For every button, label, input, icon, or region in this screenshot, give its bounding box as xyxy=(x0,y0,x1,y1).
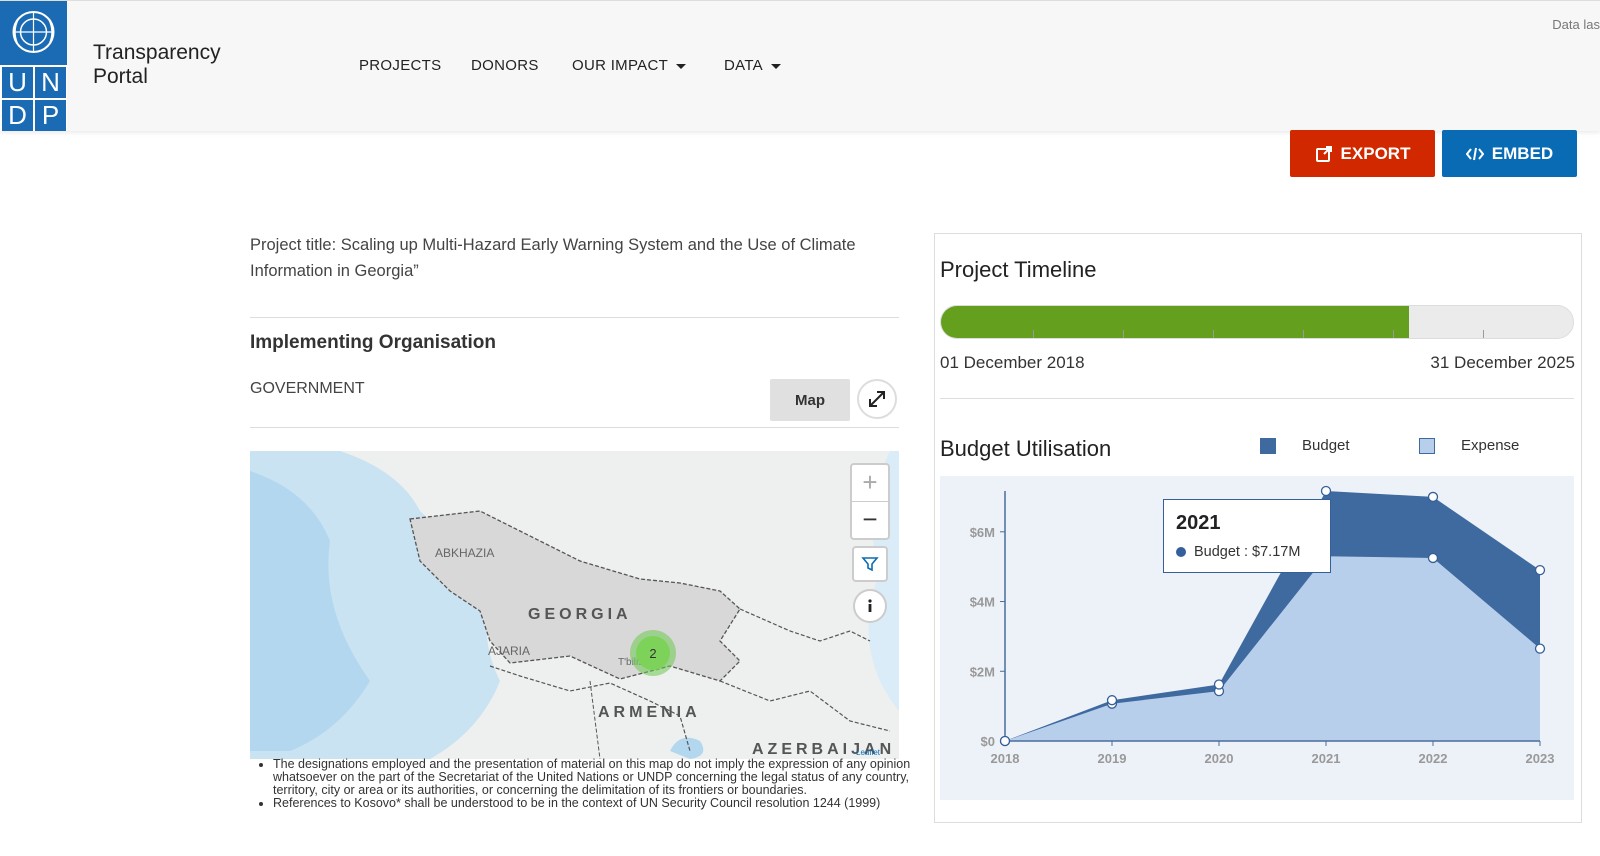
x-tick-label: 2022 xyxy=(1419,751,1448,766)
nav-projects-label: PROJECTS xyxy=(359,57,442,74)
implementing-org-value: GOVERNMENT xyxy=(250,380,365,397)
timeline-tick xyxy=(1483,330,1484,338)
timeline-progress-fill xyxy=(941,306,1409,338)
export-label: EXPORT xyxy=(1340,143,1411,163)
brand-line-1: Transparency xyxy=(93,41,221,64)
map-attribution[interactable]: Leaflet xyxy=(856,748,880,757)
info-button[interactable] xyxy=(853,589,887,623)
external-link-icon xyxy=(1315,145,1332,162)
x-tick-label: 2018 xyxy=(991,751,1020,766)
data-last-updated: Data las xyxy=(1552,17,1600,32)
legend-swatch-expense xyxy=(1419,437,1435,454)
zoom-in-button[interactable]: + xyxy=(852,465,888,502)
budget-utilisation-title: Budget Utilisation xyxy=(940,436,1112,461)
x-tick-label: 2023 xyxy=(1526,751,1555,766)
un-emblem-icon xyxy=(12,11,55,53)
budget-point xyxy=(1213,679,1225,690)
embed-label: EMBED xyxy=(1491,143,1554,163)
nav-data-label: DATA xyxy=(724,57,763,74)
site-header: U N D P Transparency Portal PROJECTS DON… xyxy=(0,0,1600,131)
logo-letter-d: D xyxy=(2,100,33,131)
filter-icon xyxy=(861,557,879,572)
project-title: Project title: Scaling up Multi-Hazard E… xyxy=(250,236,856,280)
legend-expense-label: Expense xyxy=(1461,437,1520,454)
divider xyxy=(940,398,1574,399)
divider xyxy=(250,427,899,428)
code-icon xyxy=(1465,147,1484,160)
timeline-end-date: 31 December 2025 xyxy=(1430,353,1575,372)
map-disclaimer-list: The designations employed and the presen… xyxy=(250,758,923,810)
budget-point xyxy=(1534,564,1546,576)
nav-our-impact-label: OUR IMPACT xyxy=(572,57,669,74)
y-tick-label: $2M xyxy=(970,664,995,679)
nav-projects[interactable]: PROJECTS xyxy=(359,57,441,74)
nav-donors-label: DONORS xyxy=(471,57,539,74)
brand-title[interactable]: Transparency Portal xyxy=(93,41,221,89)
logo-letter-n: N xyxy=(35,67,66,98)
timeline-tick xyxy=(1303,330,1304,338)
expense-area xyxy=(1005,556,1540,741)
timeline-start-date: 01 December 2018 xyxy=(940,353,1085,372)
budget-point xyxy=(1427,491,1439,503)
implementing-org-heading: Implementing Organisation xyxy=(250,332,496,353)
undp-logo[interactable]: U N D P xyxy=(0,1,67,131)
expand-icon xyxy=(869,391,885,407)
y-tick-label: $4M xyxy=(970,595,995,610)
timeline-tick xyxy=(1123,330,1124,338)
legend-budget[interactable]: Budget xyxy=(1260,437,1350,454)
tooltip-value: Budget : $7.17M xyxy=(1194,544,1301,560)
nav-donors[interactable]: DONORS xyxy=(471,57,539,74)
un-emblem-area xyxy=(0,1,67,65)
export-button[interactable]: EXPORT xyxy=(1290,130,1435,177)
legend-budget-label: Budget xyxy=(1302,437,1350,454)
disclaimer-item: The designations employed and the presen… xyxy=(273,758,923,797)
map-label-georgia: GEORGIA xyxy=(528,606,632,623)
timeline-tick xyxy=(1213,330,1214,338)
project-timeline-title: Project Timeline xyxy=(940,257,1097,282)
budget-point xyxy=(1320,485,1332,497)
caret-down-icon xyxy=(770,63,781,69)
timeline-tick xyxy=(1393,330,1394,338)
zoom-control: + − xyxy=(850,463,890,540)
zoom-out-button[interactable]: − xyxy=(852,502,888,538)
x-tick-label: 2021 xyxy=(1312,751,1341,766)
x-tick-label: 2019 xyxy=(1098,751,1127,766)
logo-letter-u: U xyxy=(2,67,33,98)
brand-line-2: Portal xyxy=(93,65,148,88)
map-label-ajaria: AJARIA xyxy=(488,644,531,658)
map-basemap xyxy=(250,451,899,759)
timeline-progress-bar xyxy=(940,305,1574,339)
budget-point xyxy=(999,735,1011,747)
embed-button[interactable]: EMBED xyxy=(1442,130,1577,177)
map-toggle-button[interactable]: Map xyxy=(770,379,850,421)
chart-tooltip: 2021 Budget : $7.17M xyxy=(1163,499,1331,573)
project-map[interactable]: ABKHAZIA GEORGIA AJARIA T'bilisi ARMENIA… xyxy=(250,451,899,759)
y-tick-label: $6M xyxy=(970,525,995,540)
disclaimer-item: References to Kosovo* shall be understoo… xyxy=(273,797,923,810)
divider xyxy=(250,317,899,318)
info-icon xyxy=(868,599,872,612)
y-tick-label: $0 xyxy=(981,734,995,749)
caret-down-icon xyxy=(676,63,687,69)
map-label-abkhazia: ABKHAZIA xyxy=(435,546,495,560)
expense-point xyxy=(1427,552,1439,564)
logo-letter-p: P xyxy=(35,100,66,131)
legend-swatch-budget xyxy=(1260,437,1276,454)
nav-our-impact[interactable]: OUR IMPACT xyxy=(572,57,687,74)
budget-point xyxy=(1106,695,1118,706)
x-tick-label: 2020 xyxy=(1205,751,1234,766)
project-cluster-marker[interactable]: 2 xyxy=(630,630,676,676)
tooltip-value-row: Budget : $7.17M xyxy=(1176,544,1300,560)
map-label-armenia: ARMENIA xyxy=(598,704,701,721)
cluster-count: 2 xyxy=(636,636,670,670)
filter-button[interactable] xyxy=(852,546,888,582)
legend-expense[interactable]: Expense xyxy=(1419,437,1519,454)
timeline-tick xyxy=(1033,330,1034,338)
tooltip-year: 2021 xyxy=(1176,512,1221,534)
expand-map-button[interactable] xyxy=(857,379,897,419)
nav-data[interactable]: DATA xyxy=(724,57,781,74)
tooltip-series-dot xyxy=(1176,547,1186,557)
expense-point xyxy=(1534,643,1546,654)
